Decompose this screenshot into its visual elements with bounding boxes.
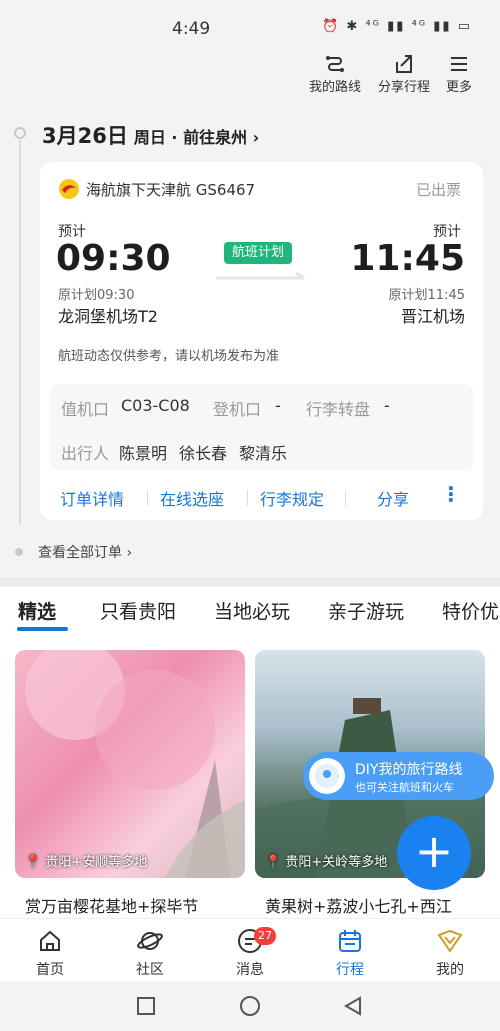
seat-selection-link[interactable]: 在线选座	[160, 486, 224, 510]
recent-apps-icon[interactable]	[136, 996, 156, 1016]
flight-disclaimer: 航班动态仅供参考，请以机场发布为准	[58, 349, 280, 364]
nav-itinerary[interactable]: 行程	[320, 927, 380, 979]
nav-home[interactable]: 首页	[20, 927, 80, 979]
passenger-name: 黎清乐	[239, 444, 288, 463]
category-tabs: 精选 只看贵阳 当地必玩 亲子游玩 特价优	[0, 597, 500, 633]
trip-date-header[interactable]: 3月26日 周日 · 前往泉州 ›	[42, 120, 259, 150]
flight-info-panel: 值机口 C03-C08 登机口 - 行李转盘 - 出行人 陈景明 徐长春 黎清乐	[50, 384, 473, 470]
share-trip-label: 分享行程	[377, 80, 430, 95]
more-options-icon[interactable]: ⋮	[441, 482, 461, 506]
gate-value: -	[275, 396, 281, 415]
departure-time: 09:30	[56, 238, 171, 279]
passenger-name: 陈景明	[119, 444, 168, 463]
diy-subtitle: 也可关注航班和火车	[355, 781, 454, 794]
tab-featured[interactable]: 精选	[18, 597, 56, 624]
order-details-link[interactable]: 订单详情	[60, 486, 124, 510]
bottom-navigation: 首页 社区 消息 27 行程 我的	[0, 918, 500, 981]
add-trip-button[interactable]: +	[397, 816, 471, 890]
status-bar: 4:49 ⏰ ✱ ⁴ᴳ ▮▮ ⁴ᴳ ▮▮ ▭	[0, 0, 500, 55]
system-status-icons: ⏰ ✱ ⁴ᴳ ▮▮ ⁴ᴳ ▮▮ ▭	[322, 19, 472, 34]
passenger-name: 徐长春	[179, 444, 228, 463]
nav-community[interactable]: 社区	[120, 927, 180, 979]
diy-title: DIY我的旅行路线	[355, 762, 463, 778]
checkin-label: 值机口	[61, 400, 110, 419]
card-title[interactable]: 赏万亩樱花基地+探毕节	[25, 893, 255, 917]
divider	[147, 490, 148, 506]
share-trip-button[interactable]: 分享行程	[376, 52, 432, 95]
top-action-bar: 我的路线 分享行程 更多	[0, 52, 500, 100]
passenger-label: 出行人	[61, 444, 110, 463]
share-icon	[396, 55, 412, 73]
home-circle-icon[interactable]	[239, 995, 261, 1017]
my-route-label: 我的路线	[308, 80, 361, 95]
baggage-label: 行李转盘	[306, 400, 371, 419]
nav-messages[interactable]: 消息 27	[220, 927, 280, 979]
section-divider	[0, 577, 500, 587]
trip-date: 3月26日	[42, 124, 128, 148]
active-tab-indicator	[17, 627, 68, 631]
system-navigation-bar	[0, 981, 500, 1031]
baggage-rules-link[interactable]: 行李规定	[260, 486, 324, 510]
back-icon[interactable]	[343, 995, 363, 1017]
nav-home-label: 首页	[36, 962, 64, 978]
arrival-time: 11:45	[350, 238, 465, 279]
cherry-blossom-image[interactable]: 📍 贵阳+安顺等多地	[15, 650, 245, 878]
nav-community-label: 社区	[136, 962, 164, 978]
card-location: 📍 贵阳+安顺等多地	[25, 855, 148, 870]
status-time: 4:49	[172, 19, 211, 39]
my-route-button[interactable]: 我的路线	[308, 52, 362, 95]
nav-profile-label: 我的	[436, 962, 464, 978]
view-all-orders-link[interactable]: 查看全部订单 ›	[38, 542, 132, 562]
menu-icon	[451, 57, 467, 71]
departure-airport: 龙洞堡机场T2	[58, 307, 158, 326]
route-icon	[326, 56, 344, 72]
share-link[interactable]: 分享	[377, 486, 409, 510]
arrival-airport: 晋江机场	[400, 307, 465, 326]
card-location: 📍 贵阳+关岭等多地	[265, 855, 388, 870]
nav-itinerary-label: 行程	[336, 962, 364, 978]
tab-deals[interactable]: 特价优	[442, 597, 499, 624]
map-pin-icon	[309, 758, 345, 794]
tab-local-must-play[interactable]: 当地必玩	[214, 597, 290, 624]
nav-profile[interactable]: 我的	[420, 927, 480, 979]
flight-card[interactable]: 海航旗下天津航 GS6467 已出票 预计 09:30 原计划09:30 龙洞堡…	[40, 162, 483, 520]
planet-icon	[137, 932, 163, 950]
tab-guiyang-only[interactable]: 只看贵阳	[100, 597, 176, 624]
more-label: 更多	[445, 80, 472, 95]
airline-flight-number: 海航旗下天津航 GS6467	[86, 181, 256, 199]
flight-plan-badge: 航班计划	[224, 242, 293, 264]
tab-family[interactable]: 亲子游玩	[328, 597, 404, 624]
calendar-icon	[339, 930, 361, 952]
airline-logo-icon	[59, 179, 79, 199]
divider	[345, 490, 346, 506]
unread-badge: 27	[254, 927, 276, 945]
card-location-text: 贵阳+安顺等多地	[45, 855, 148, 870]
cherry-blossom-illustration	[25, 650, 245, 878]
more-button[interactable]: 更多	[444, 52, 474, 95]
baggage-value: -	[384, 396, 390, 415]
flight-arrow-icon	[216, 271, 305, 280]
nav-messages-label: 消息	[236, 962, 264, 978]
timeline-line	[19, 140, 21, 525]
diy-route-banner[interactable]: DIY我的旅行路线 也可关注航班和火车	[303, 752, 494, 800]
timeline-dot	[15, 548, 23, 556]
flight-actions: 订单详情 在线选座 行李规定 分享 ⋮	[40, 480, 483, 510]
timeline-dot	[14, 127, 26, 139]
profile-icon	[437, 929, 463, 953]
card-location-text: 贵阳+关岭等多地	[285, 855, 388, 870]
ticket-status: 已出票	[415, 181, 461, 199]
gate-label: 登机口	[213, 400, 262, 419]
arrival-planned-time: 原计划11:45	[388, 288, 465, 303]
departure-planned-time: 原计划09:30	[58, 288, 135, 303]
divider	[247, 490, 248, 506]
checkin-value: C03-C08	[121, 396, 190, 415]
trip-destination: 周日 · 前往泉州 ›	[133, 128, 260, 147]
card-title[interactable]: 黄果树+荔波小七孔+西江	[265, 893, 495, 917]
home-icon	[40, 930, 60, 951]
